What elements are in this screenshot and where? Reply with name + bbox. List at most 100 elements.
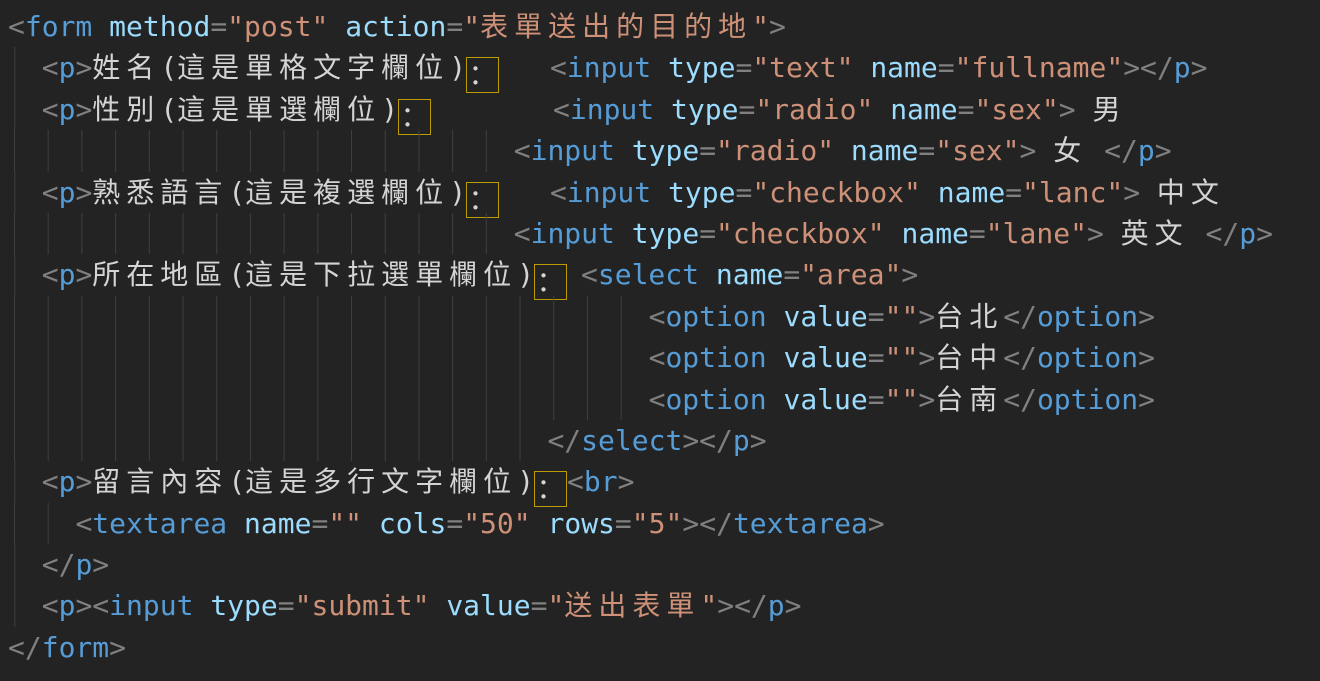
code-text: <p><input type="submit" value="送出表單"></p… [0, 589, 802, 622]
code-line-9: <option value="">台中</option> [0, 337, 1320, 378]
code-token: ></ [682, 507, 733, 540]
code-token: > [901, 258, 918, 291]
code-token: cols [379, 507, 446, 540]
code-token: type [671, 93, 738, 126]
code-token: "submit" [295, 589, 430, 622]
code-token: > [1138, 341, 1155, 374]
code-token: < [42, 51, 59, 84]
code-token [873, 93, 890, 126]
code-token [1087, 134, 1104, 167]
code-token: < [42, 258, 59, 291]
code-token: name [244, 507, 311, 540]
code-token: " [700, 589, 717, 622]
code-token: "text" [752, 51, 853, 84]
code-token: = [735, 176, 752, 209]
code-token [531, 507, 548, 540]
code-token: " [752, 10, 769, 43]
code-token: p [1174, 51, 1191, 84]
code-token: = [446, 507, 463, 540]
code-token: "checkbox" [752, 176, 921, 209]
code-token: = [1005, 176, 1022, 209]
code-token: "lanc" [1022, 176, 1123, 209]
code-token: >< [75, 589, 109, 622]
code-token: < [550, 176, 567, 209]
code-token: method [109, 10, 210, 43]
code-token [767, 341, 784, 374]
code-token: < [42, 589, 59, 622]
code-token: < [514, 134, 531, 167]
code-token: name [870, 51, 937, 84]
code-token: < [649, 300, 666, 333]
code-token: > [1138, 300, 1155, 333]
code-token: p [59, 93, 76, 126]
code-token [1036, 134, 1053, 167]
code-text: <option value="">台北</option> [0, 300, 1155, 333]
code-token: "" [885, 383, 919, 416]
code-token: p [59, 51, 76, 84]
code-token: ( [160, 51, 177, 84]
code-token: option [1037, 383, 1138, 416]
code-token: = [738, 93, 755, 126]
code-token: > [75, 258, 92, 291]
code-token: </ [1003, 341, 1037, 374]
code-token: " [463, 10, 480, 43]
code-token: > [1138, 383, 1155, 416]
code-token: name [851, 134, 918, 167]
code-token: = [868, 300, 885, 333]
code-token: action [345, 10, 446, 43]
code-token: select [598, 258, 699, 291]
code-token: 男 [1093, 93, 1127, 126]
code-editor[interactable]: <form method="post" action="表單送出的目的地"> <… [0, 0, 1320, 681]
code-text: <p>性別(這是單選欄位)： [0, 93, 431, 126]
code-token: = [531, 589, 548, 622]
code-token: = [918, 134, 935, 167]
code-token: < [649, 383, 666, 416]
code-text: <textarea name="" cols="50" rows="5"></t… [0, 507, 885, 540]
code-token: rows [547, 507, 614, 540]
code-token: "sex" [974, 93, 1058, 126]
code-token: "" [328, 507, 362, 540]
code-token: > [75, 93, 92, 126]
code-token: type [632, 134, 699, 167]
code-token: 這是下拉選單欄位 [245, 258, 517, 291]
code-token: > [785, 589, 802, 622]
code-token: input [570, 93, 654, 126]
code-text: </select></p> [0, 424, 767, 457]
code-token: p [1239, 217, 1256, 250]
code-token: 這是多行文字欄位 [245, 465, 517, 498]
code-token: </ [1206, 217, 1240, 250]
code-token: type [668, 51, 735, 84]
code-token: p [59, 176, 76, 209]
code-token: "5" [632, 507, 683, 540]
code-token: ) [517, 465, 534, 498]
code-token: input [109, 589, 193, 622]
code-token: p [733, 424, 750, 457]
code-line-6: <input type="checkbox" name="lane"> 英文 <… [0, 213, 1320, 254]
code-token: option [1037, 341, 1138, 374]
code-text: <option value="">台南</option> [0, 383, 1155, 416]
code-token: "50" [463, 507, 530, 540]
code-token: ) [449, 176, 466, 209]
code-token: > [750, 424, 767, 457]
code-token: value [783, 341, 867, 374]
code-token: > [1123, 176, 1140, 209]
code-token: = [210, 10, 227, 43]
code-token [1076, 93, 1093, 126]
code-token: > [92, 548, 109, 581]
code-token [615, 217, 632, 250]
code-line-4: <input type="radio" name="sex"> 女 </p> [0, 130, 1320, 171]
code-token: < [42, 176, 59, 209]
code-token: 性別 [92, 93, 160, 126]
code-token: > [75, 51, 92, 84]
code-token: < [567, 465, 584, 498]
code-token: 台南 [935, 383, 1003, 416]
code-token: > [769, 10, 786, 43]
code-line-11: </select></p> [0, 420, 1320, 461]
code-text: </p> [0, 548, 109, 581]
code-token: > [1087, 217, 1104, 250]
code-token: option [1037, 300, 1138, 333]
code-token: "area" [800, 258, 901, 291]
code-token: ( [160, 93, 177, 126]
code-token: ></ [717, 589, 768, 622]
code-token: ) [517, 258, 534, 291]
